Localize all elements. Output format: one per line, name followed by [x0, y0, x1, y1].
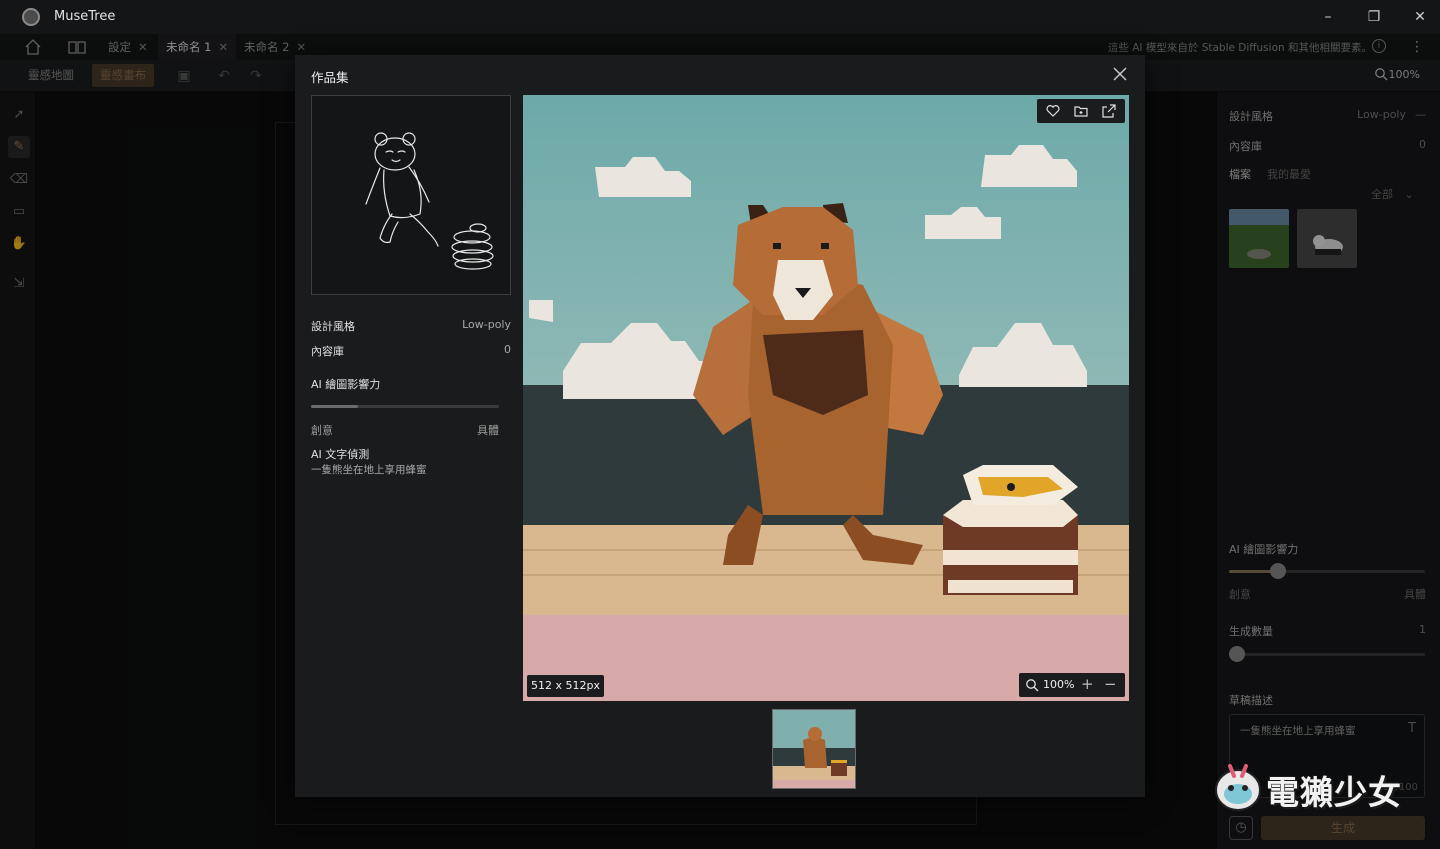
app-logo-icon [22, 8, 40, 26]
modal-library-value: 0 [504, 343, 511, 356]
add-to-folder-icon[interactable] [1073, 103, 1089, 119]
image-size-badge: 512 x 512px [527, 675, 604, 697]
otter-mascot-logo-icon [1215, 764, 1261, 811]
open-external-icon[interactable] [1101, 103, 1117, 119]
image-zoom-level: 100% [1043, 678, 1075, 691]
sketch-preview [311, 95, 511, 295]
modal-library-setting: 內容庫 0 [311, 343, 511, 359]
modal-creative-label: 創意 [311, 424, 333, 437]
result-thumbnail[interactable] [772, 709, 856, 789]
favorite-heart-icon[interactable] [1045, 103, 1061, 119]
text-detect-label: AI 文字偵測 [311, 448, 370, 461]
modal-style-setting: 設計風格 Low-poly [311, 318, 511, 334]
generated-image-artwork [523, 95, 1129, 701]
zoom-out-button[interactable]: − [1104, 675, 1117, 693]
result-thumbnail-artwork [773, 710, 855, 788]
zoom-search-icon[interactable] [1025, 678, 1039, 692]
app-title: MuseTree [54, 9, 116, 24]
minimize-button[interactable]: – [1315, 6, 1341, 28]
zoom-controls: 100% + − [1019, 673, 1125, 697]
maximize-button[interactable]: ❐ [1361, 6, 1387, 28]
watermark-text: 電獺少女 [1266, 773, 1402, 812]
modal-influence-bar [311, 405, 499, 408]
modal-influence-label: AI 繪圖影響力 [311, 378, 381, 391]
gallery-modal: 作品集 設計風格 Low-poly 內容庫 0 AI 繪圖影響力 創意 具體 A… [295, 55, 1145, 797]
title-bar: MuseTree – ❐ ✕ [0, 0, 1440, 34]
modal-style-label: 設計風格 [311, 320, 355, 333]
modal-library-label: 內容庫 [311, 345, 344, 358]
text-detect-value: 一隻熊坐在地上享用蜂蜜 [311, 464, 427, 476]
zoom-in-button[interactable]: + [1081, 675, 1094, 693]
close-icon[interactable] [1111, 65, 1129, 83]
generated-image[interactable]: 512 x 512px 100% + − [523, 95, 1129, 701]
close-window-button[interactable]: ✕ [1407, 6, 1433, 28]
watermark: 電獺少女 [1212, 758, 1416, 814]
modal-title: 作品集 [311, 70, 349, 85]
modal-style-value: Low-poly [462, 318, 511, 331]
modal-influence-fill [311, 405, 358, 408]
modal-concrete-label: 具體 [477, 424, 499, 437]
image-actions [1037, 99, 1125, 123]
